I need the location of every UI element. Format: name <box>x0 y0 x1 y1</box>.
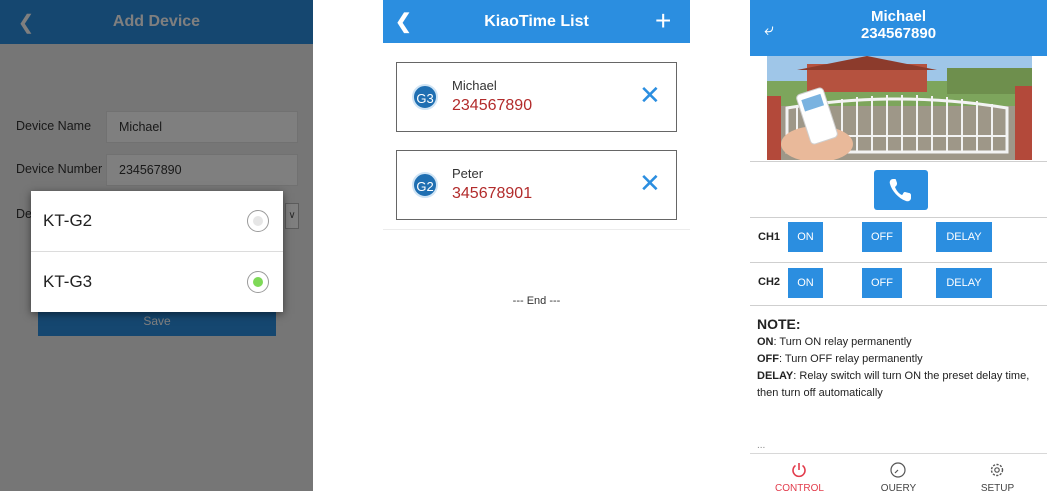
divider <box>750 161 1047 162</box>
device-name: Peter <box>452 166 484 181</box>
divider <box>383 229 690 230</box>
radio-unselected-icon[interactable] <box>247 210 269 232</box>
note-line: ON: Turn ON relay permanently <box>757 336 912 348</box>
device-badge: G2 <box>412 172 438 198</box>
gear-icon <box>990 463 1004 477</box>
note-line: DELAY: Relay switch will turn ON the pre… <box>757 370 1030 382</box>
tab-control[interactable]: CONTROL <box>750 454 849 491</box>
list-header: ❮ KiaoTime List + <box>383 0 690 43</box>
add-icon[interactable]: + <box>655 5 671 37</box>
note-line: then turn off automatically <box>757 387 883 399</box>
tab-label: SETUP <box>980 483 1015 491</box>
option-label: KT-G2 <box>43 211 93 230</box>
note-line: OFF: Turn OFF relay permanently <box>757 353 923 365</box>
end-of-list-text: --- End --- <box>512 295 561 307</box>
ch2-delay-button[interactable]: DELAY <box>936 268 992 298</box>
ellipsis-text: ... <box>757 440 766 451</box>
option-kt-g2[interactable]: KT-G2 <box>31 191 283 251</box>
ch1-delay-button[interactable]: DELAY <box>936 222 992 252</box>
tab-label: CONTROL <box>775 483 824 491</box>
list-item[interactable]: G2 Peter 345678901 ✕ <box>396 150 677 220</box>
ch2-on-button[interactable]: ON <box>788 268 823 298</box>
divider <box>750 305 1047 306</box>
control-screen: ⤶ Michael 234567890 CH1 ON OFF DELAY CH2… <box>750 0 1047 491</box>
page-title: KiaoTime List <box>484 13 589 30</box>
tab-label: QUERY <box>880 483 917 491</box>
list-screen: ❮ KiaoTime List + G3 Michael 234567890 ✕… <box>383 0 690 491</box>
device-number: 345678901 <box>452 185 533 202</box>
gate-photo-image <box>767 56 1032 160</box>
device-number: 234567890 <box>452 97 533 114</box>
tab-setup[interactable]: SETUP <box>948 454 1047 491</box>
channel-2-label: CH2 <box>758 276 781 288</box>
phone-icon <box>889 179 911 202</box>
divider <box>750 262 1047 263</box>
bottom-tab-bar: CONTROL QUERY SETUP <box>750 453 1047 491</box>
ch2-off-button[interactable]: OFF <box>862 268 902 298</box>
tab-query[interactable]: QUERY <box>849 454 948 491</box>
radio-selected-icon[interactable] <box>247 271 269 293</box>
call-button[interactable] <box>874 170 928 210</box>
device-badge: G3 <box>412 84 438 110</box>
note-title: NOTE: <box>757 316 801 332</box>
divider <box>750 217 1047 218</box>
header-device-name: Michael <box>870 8 927 25</box>
add-device-screen: ❮ Add Device Device Name Michael Device … <box>0 0 313 491</box>
ch1-on-button[interactable]: ON <box>788 222 823 252</box>
option-label: KT-G3 <box>43 272 93 291</box>
power-icon <box>792 463 806 478</box>
header-device-number: 234567890 <box>860 25 937 42</box>
device-name: Michael <box>452 78 497 93</box>
device-type-dialog: KT-G2 KT-G3 <box>31 191 283 312</box>
delete-icon[interactable]: ✕ <box>639 170 661 196</box>
option-kt-g3[interactable]: KT-G3 <box>31 252 283 312</box>
delete-icon[interactable]: ✕ <box>639 82 661 108</box>
ch1-off-button[interactable]: OFF <box>862 222 902 252</box>
control-header: ⤶ Michael 234567890 <box>750 0 1047 56</box>
clock-icon <box>890 462 906 478</box>
channel-1-label: CH1 <box>758 231 781 243</box>
list-item[interactable]: G3 Michael 234567890 ✕ <box>396 62 677 132</box>
